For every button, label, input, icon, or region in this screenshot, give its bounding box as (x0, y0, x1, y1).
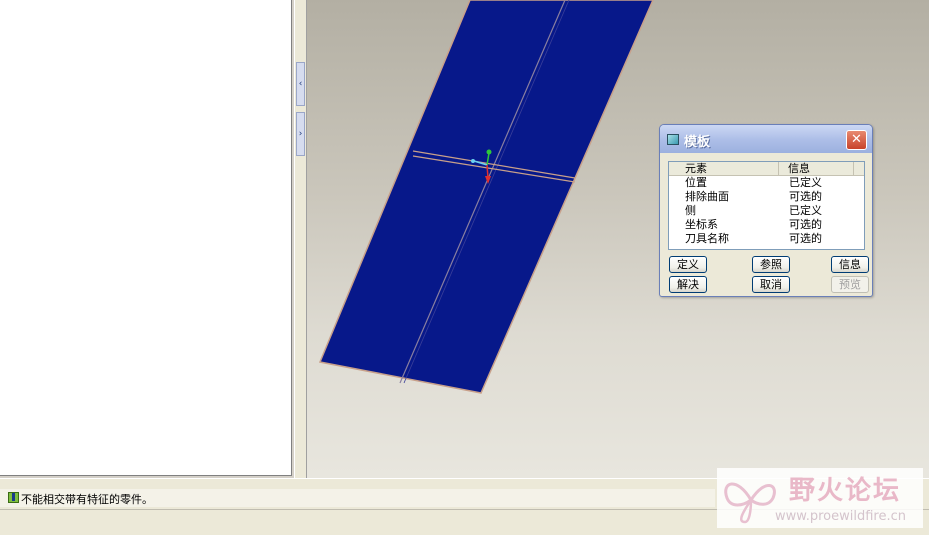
collapse-left-icon[interactable]: ‹ (296, 62, 305, 106)
row-info: 可选的 (789, 218, 822, 231)
status-message: 不能相交带有特征的零件。 (21, 493, 153, 506)
expand-right-icon[interactable]: › (296, 112, 305, 156)
dialog-app-icon (667, 134, 679, 145)
reference-button[interactable]: 参照 (752, 256, 790, 273)
info-button[interactable]: 信息 (831, 256, 869, 273)
list-row[interactable]: 侧 已定义 (669, 204, 864, 218)
preview-button[interactable]: 预览 (831, 276, 869, 293)
cancel-button[interactable]: 取消 (752, 276, 790, 293)
list-row[interactable]: 位置 已定义 (669, 176, 864, 190)
dialog-title: 模板 (684, 135, 711, 150)
model-tree-pane (0, 0, 296, 478)
resolve-button[interactable]: 解决 (669, 276, 707, 293)
butterfly-logo-icon (724, 482, 776, 524)
model-tree-area[interactable] (0, 0, 292, 476)
row-info: 已定义 (789, 176, 822, 189)
row-info: 可选的 (789, 232, 822, 245)
row-info: 可选的 (789, 190, 822, 203)
watermark-url: www.proewildfire.cn (775, 509, 906, 524)
list-row[interactable]: 坐标系 可选的 (669, 218, 864, 232)
column-header-element[interactable]: 元素 (669, 162, 779, 175)
row-element: 位置 (685, 176, 707, 189)
list-row[interactable]: 排除曲面 可选的 (669, 190, 864, 204)
dialog-titlebar[interactable]: 模板 ✕ (660, 125, 872, 153)
list-row[interactable]: 刀具名称 可选的 (669, 232, 864, 246)
surface-strip (318, 0, 654, 394)
row-element: 侧 (685, 204, 696, 217)
message-info-icon (8, 492, 19, 503)
row-element: 刀具名称 (685, 232, 729, 245)
list-header: 元素 信息 (669, 162, 864, 176)
pane-splitter[interactable]: ‹ › (294, 0, 307, 478)
close-icon[interactable]: ✕ (846, 130, 867, 150)
element-list[interactable]: 元素 信息 位置 已定义 排除曲面 可选的 侧 已定义 坐标系 可选的 刀具名称… (668, 161, 865, 250)
define-button[interactable]: 定义 (669, 256, 707, 273)
row-element: 坐标系 (685, 218, 718, 231)
forum-watermark: 野火论坛 www.proewildfire.cn (717, 468, 923, 528)
message-area: 不能相交带有特征的零件。 (0, 489, 715, 507)
watermark-name: 野火论坛 (789, 476, 902, 506)
row-info: 已定义 (789, 204, 822, 217)
template-dialog: 模板 ✕ 元素 信息 位置 已定义 排除曲面 可选的 侧 已定义 坐标系 可选的… (659, 124, 873, 297)
row-element: 排除曲面 (685, 190, 729, 203)
column-header-info[interactable]: 信息 (779, 162, 854, 175)
